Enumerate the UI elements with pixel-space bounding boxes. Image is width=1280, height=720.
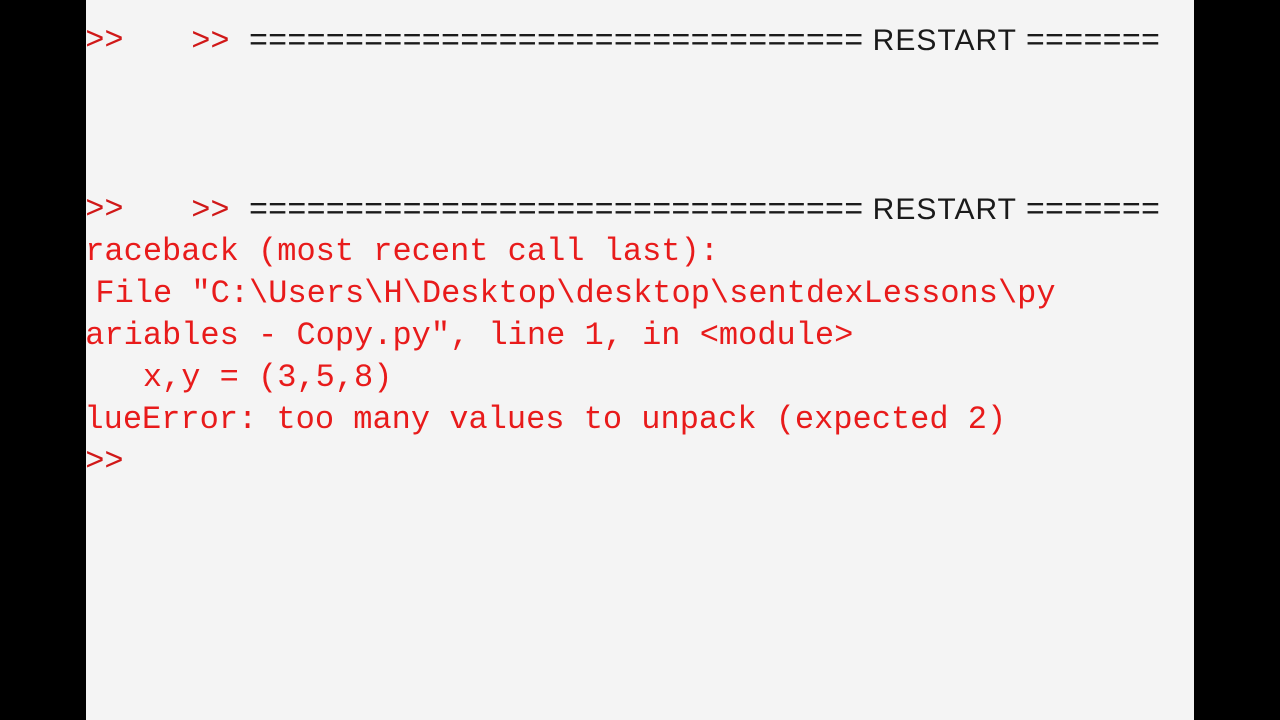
restart-bar-left: ================================ [229, 23, 864, 60]
restart-label: RESTART [863, 24, 1026, 57]
restart-bar-right: ======= [1025, 192, 1161, 229]
value-error-message: ValueError: too many values to unpack (e… [86, 401, 1007, 438]
restart-separator-line: >> ================================ REST… [86, 0, 1160, 60]
restart-bar-left: ================================ [229, 192, 864, 229]
restart-label: RESTART [863, 193, 1026, 226]
screen: >> ================================ REST… [0, 0, 1280, 720]
traceback-file-line: File "C:\Users\H\Desktop\desktop\sentdex… [86, 275, 1056, 312]
restart-separator-line: >> ================================ REST… [86, 147, 1160, 229]
python-shell-output[interactable]: >> ================================ REST… [86, 0, 1194, 720]
shell-prompt-line: >>> [86, 191, 124, 228]
restart-bar-right: ======= [1025, 23, 1161, 60]
traceback-file-continued: variables - Copy.py", line 1, in <module… [86, 317, 854, 354]
shell-prompt: >> [191, 192, 230, 229]
traceback-code-line: x,y = (3,5,8) [86, 359, 393, 396]
shell-prompt: >> [191, 23, 230, 60]
shell-prompt-line[interactable]: >>> [86, 441, 124, 483]
traceback-header: Traceback (most recent call last): [86, 233, 719, 270]
shell-prompt-line: >>> [86, 22, 124, 59]
